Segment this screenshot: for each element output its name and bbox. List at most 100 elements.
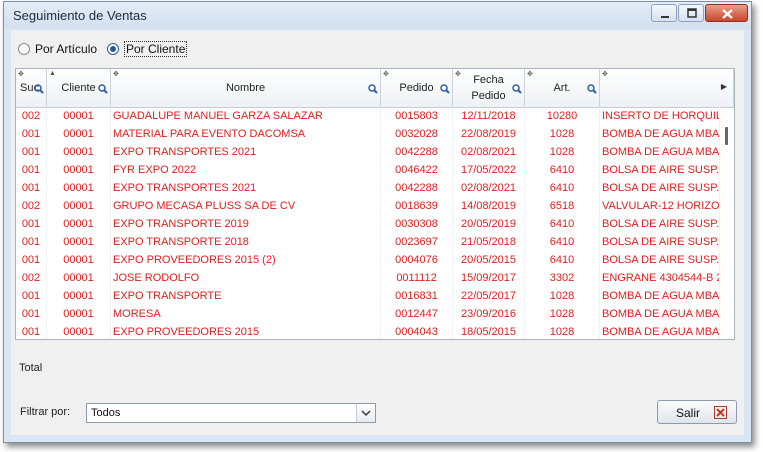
table-row[interactable]: 002 00001 JOSE RODOLFO 0011112 15/09/2017 330… bbox=[16, 269, 734, 287]
table-row[interactable]: 001 00001 EXPO TRANSPORTE 2018 0023697 21/05… bbox=[16, 233, 734, 251]
minimize-button[interactable] bbox=[651, 4, 677, 22]
cell-fecha[interactable]: 21/05/2018 bbox=[453, 233, 525, 251]
cell-desc[interactable]: BOLSA DE AIRE SUSP. 57 bbox=[600, 251, 720, 269]
table-row[interactable]: 001 00001 EXPO TRANSPORTES 2021 0042288 02/0… bbox=[16, 143, 734, 161]
cell-cliente[interactable]: 00001 bbox=[47, 269, 111, 287]
cell-art[interactable]: 1028 bbox=[525, 143, 600, 161]
cell-suc[interactable]: 002 bbox=[16, 107, 47, 125]
cell-pedido[interactable]: 0018639 bbox=[381, 197, 453, 215]
cell-nombre[interactable]: FYR EXPO 2022 bbox=[111, 161, 381, 179]
cell-pedido[interactable]: 0042288 bbox=[381, 179, 453, 197]
cell-nombre[interactable]: EXPO PROVEEDORES 2015 (2) bbox=[111, 251, 381, 269]
cell-nombre[interactable]: EXPO TRANSPORTE 2018 bbox=[111, 233, 381, 251]
cell-pedido[interactable]: 0012447 bbox=[381, 305, 453, 323]
cell-pedido[interactable]: 0046422 bbox=[381, 161, 453, 179]
cell-suc[interactable]: 001 bbox=[16, 161, 47, 179]
cell-pedido[interactable]: 0004043 bbox=[381, 323, 453, 339]
cell-nombre[interactable]: MATERIAL PARA EVENTO DACOMSA bbox=[111, 125, 381, 143]
cell-cliente[interactable]: 00001 bbox=[47, 161, 111, 179]
cell-art[interactable]: 1028 bbox=[525, 323, 600, 339]
cell-desc[interactable]: ENGRANE 4304544-B 2A bbox=[600, 269, 720, 287]
cell-nombre[interactable]: EXPO TRANSPORTE 2019 bbox=[111, 215, 381, 233]
cell-suc[interactable]: 001 bbox=[16, 287, 47, 305]
vertical-scroll-thumb[interactable] bbox=[725, 127, 728, 145]
cell-desc[interactable]: BOLSA DE AIRE SUSP. 57 bbox=[600, 161, 720, 179]
col-header-art[interactable]: ✥ Art. bbox=[525, 69, 600, 107]
cell-suc[interactable]: 001 bbox=[16, 233, 47, 251]
cell-nombre[interactable]: GRUPO MECASA PLUSS SA DE CV bbox=[111, 197, 381, 215]
cell-desc[interactable]: INSERTO DE HORQUILLA bbox=[600, 107, 720, 125]
radio-por-articulo[interactable]: Por Artículo bbox=[18, 41, 97, 57]
table-row[interactable]: 001 00001 EXPO TRANSPORTE 2019 0030308 20/05… bbox=[16, 215, 734, 233]
cell-cliente[interactable]: 00001 bbox=[47, 233, 111, 251]
cell-suc[interactable]: 002 bbox=[16, 197, 47, 215]
cell-cliente[interactable]: 00001 bbox=[47, 179, 111, 197]
vertical-scrollbar[interactable] bbox=[723, 127, 733, 339]
cell-fecha[interactable]: 22/05/2017 bbox=[453, 287, 525, 305]
cell-nombre[interactable]: JOSE RODOLFO bbox=[111, 269, 381, 287]
cell-nombre[interactable]: EXPO PROVEEDORES 2015 bbox=[111, 323, 381, 339]
sales-grid[interactable]: ✥ Suc. ▲ Cliente ✥ Nombre ✥ Pedido ✥ Fec… bbox=[15, 68, 735, 340]
cell-cliente[interactable]: 00001 bbox=[47, 107, 111, 125]
close-button[interactable] bbox=[705, 4, 748, 22]
cell-cliente[interactable]: 00001 bbox=[47, 305, 111, 323]
cell-desc[interactable]: BOMBA DE AGUA MBA169 bbox=[600, 323, 720, 339]
cell-cliente[interactable]: 00001 bbox=[47, 197, 111, 215]
cell-fecha[interactable]: 02/08/2021 bbox=[453, 179, 525, 197]
cell-pedido[interactable]: 0015803 bbox=[381, 107, 453, 125]
radio-circle[interactable] bbox=[18, 43, 30, 55]
cell-fecha[interactable]: 17/05/2022 bbox=[453, 161, 525, 179]
cell-desc[interactable]: BOMBA DE AGUA MBA169 bbox=[600, 287, 720, 305]
cell-fecha[interactable]: 02/08/2021 bbox=[453, 143, 525, 161]
cell-nombre[interactable]: EXPO TRANSPORTE bbox=[111, 287, 381, 305]
cell-pedido[interactable]: 0011112 bbox=[381, 269, 453, 287]
cell-pedido[interactable]: 0023697 bbox=[381, 233, 453, 251]
col-header-pedido[interactable]: ✥ Pedido bbox=[381, 69, 453, 107]
cell-suc[interactable]: 001 bbox=[16, 305, 47, 323]
search-icon[interactable] bbox=[512, 84, 522, 94]
dropdown-button[interactable] bbox=[356, 404, 375, 422]
cell-nombre[interactable]: EXPO TRANSPORTES 2021 bbox=[111, 143, 381, 161]
cell-art[interactable]: 1028 bbox=[525, 287, 600, 305]
cell-fecha[interactable]: 18/05/2015 bbox=[453, 323, 525, 339]
cell-cliente[interactable]: 00001 bbox=[47, 251, 111, 269]
search-icon[interactable] bbox=[440, 84, 450, 94]
exit-button[interactable]: Salir bbox=[657, 400, 737, 424]
cell-desc[interactable]: BOMBA DE AGUA MBA169 bbox=[600, 305, 720, 323]
col-header-suc[interactable]: ✥ Suc. bbox=[16, 69, 47, 107]
maximize-button[interactable] bbox=[678, 4, 704, 22]
cell-art[interactable]: 6518 bbox=[525, 197, 600, 215]
cell-art[interactable]: 6410 bbox=[525, 179, 600, 197]
col-header-cliente[interactable]: ▲ Cliente bbox=[47, 69, 111, 107]
cell-art[interactable]: 1028 bbox=[525, 125, 600, 143]
cell-cliente[interactable]: 00001 bbox=[47, 287, 111, 305]
cell-desc[interactable]: VALVULAR-12 HORIZON bbox=[600, 197, 720, 215]
cell-suc[interactable]: 001 bbox=[16, 251, 47, 269]
table-row[interactable]: 001 00001 EXPO TRANSPORTE 0016831 22/05/2017… bbox=[16, 287, 734, 305]
cell-fecha[interactable]: 20/05/2019 bbox=[453, 215, 525, 233]
cell-art[interactable]: 6410 bbox=[525, 233, 600, 251]
search-icon[interactable] bbox=[368, 84, 378, 94]
table-row[interactable]: 001 00001 FYR EXPO 2022 0046422 17/05/2022 64… bbox=[16, 161, 734, 179]
table-row[interactable]: 001 00001 MATERIAL PARA EVENTO DACOMSA 0032… bbox=[16, 125, 734, 143]
cell-cliente[interactable]: 00001 bbox=[47, 125, 111, 143]
cell-suc[interactable]: 002 bbox=[16, 269, 47, 287]
radio-por-cliente[interactable]: Por Cliente bbox=[107, 41, 188, 57]
cell-nombre[interactable]: GUADALUPE MANUEL GARZA SALAZAR bbox=[111, 107, 381, 125]
cell-fecha[interactable]: 23/09/2016 bbox=[453, 305, 525, 323]
col-header-fecha-pedido[interactable]: ✥ Fecha Pedido bbox=[453, 69, 525, 107]
table-row[interactable]: 001 00001 MORESA 0012447 23/09/2016 1028 BOMBA… bbox=[16, 305, 734, 323]
cell-fecha[interactable]: 20/05/2015 bbox=[453, 251, 525, 269]
cell-pedido[interactable]: 0030308 bbox=[381, 215, 453, 233]
radio-circle-selected[interactable] bbox=[107, 43, 119, 55]
cell-fecha[interactable]: 12/11/2018 bbox=[453, 107, 525, 125]
cell-art[interactable]: 10280 bbox=[525, 107, 600, 125]
search-icon[interactable] bbox=[98, 84, 108, 94]
cell-fecha[interactable]: 22/08/2019 bbox=[453, 125, 525, 143]
cell-art[interactable]: 3302 bbox=[525, 269, 600, 287]
cell-suc[interactable]: 001 bbox=[16, 215, 47, 233]
cell-pedido[interactable]: 0032028 bbox=[381, 125, 453, 143]
search-icon[interactable] bbox=[34, 84, 44, 94]
cell-art[interactable]: 6410 bbox=[525, 161, 600, 179]
search-icon[interactable] bbox=[587, 84, 597, 94]
